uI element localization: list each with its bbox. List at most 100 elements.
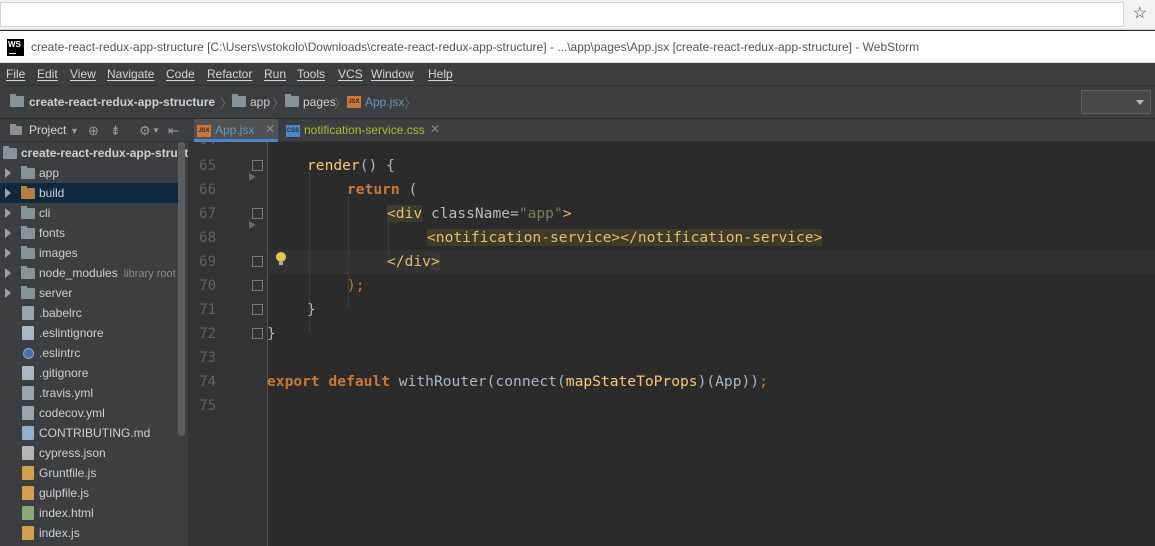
menu-tools[interactable]: Tools	[297, 67, 325, 81]
excluded-folder-icon	[21, 186, 35, 199]
js-file-icon	[22, 526, 34, 540]
tree-item-app[interactable]: app	[0, 163, 180, 183]
fold-marker-icon[interactable]	[252, 280, 263, 291]
code-token: className	[422, 205, 511, 222]
tree-item-images[interactable]: images	[0, 243, 180, 263]
browser-address-bar: ☆	[0, 0, 1155, 30]
bookmark-star-icon[interactable]: ☆	[1133, 5, 1147, 23]
line-number: 68	[199, 230, 216, 246]
scroll-from-source-icon[interactable]: ⊕	[88, 123, 99, 139]
expand-arrow-icon[interactable]	[5, 228, 11, 238]
tree-item-eslintrc[interactable]: .eslintrc	[0, 343, 180, 363]
hide-panel-icon[interactable]: ⇤	[168, 123, 179, 139]
tree-item-label: .eslintrc	[39, 346, 81, 360]
line-number: 71	[199, 302, 216, 318]
line-number: 73	[199, 350, 216, 366]
project-view-selector[interactable]: Project	[29, 123, 66, 137]
close-icon[interactable]: ✕	[430, 122, 440, 136]
folder-icon	[21, 226, 35, 239]
tree-item-label: index.js	[39, 526, 80, 540]
gear-icon[interactable]: ⚙	[139, 123, 151, 139]
expand-arrow-icon[interactable]	[5, 188, 11, 198]
menu-view[interactable]: View	[70, 67, 96, 81]
window-titlebar: WS create-react-redux-app-structure [C:\…	[0, 31, 1155, 63]
menu-help[interactable]: Help	[428, 67, 453, 81]
menu-file[interactable]: File	[6, 67, 25, 81]
fold-marker-icon[interactable]	[252, 256, 263, 267]
tree-item-fonts[interactable]: fonts	[0, 223, 180, 243]
code-editor[interactable]: 64 65 66 67 68 69 70 71 72 73 74 75 rend…	[188, 142, 1155, 546]
fold-marker-icon[interactable]	[252, 160, 263, 171]
code-line-65: render() {	[267, 154, 395, 178]
menu-code[interactable]: Code	[166, 67, 195, 81]
tree-item-travis[interactable]: .travis.yml	[0, 383, 180, 403]
expand-arrow-icon[interactable]	[5, 288, 11, 298]
tree-item-contributing[interactable]: CONTRIBUTING.md	[0, 423, 180, 443]
project-tree-scrollbar[interactable]	[178, 142, 185, 436]
fold-marker-icon[interactable]	[252, 304, 263, 315]
gear-dropdown-icon[interactable]: ▼	[152, 126, 160, 135]
tree-item-index-js[interactable]: index.js	[0, 523, 180, 543]
line-number: 72	[199, 326, 216, 342]
expand-arrow-icon[interactable]	[5, 168, 11, 178]
tree-item-codecov[interactable]: codecov.yml	[0, 403, 180, 423]
tree-item-babelrc[interactable]: .babelrc	[0, 303, 180, 323]
code-token: </div	[387, 253, 431, 270]
html-file-icon	[22, 506, 34, 520]
line-number: 70	[199, 278, 216, 294]
tree-item-index-html[interactable]: index.html	[0, 503, 180, 523]
tree-item-server[interactable]: server	[0, 283, 180, 303]
expand-arrow-icon[interactable]	[5, 248, 11, 258]
menu-window[interactable]: Window	[371, 67, 414, 81]
tree-item-build[interactable]: build	[0, 183, 180, 203]
tab-label: App.jsx	[215, 123, 255, 137]
run-config-dropdown[interactable]	[1081, 90, 1151, 114]
collapse-all-icon[interactable]: ⇟	[110, 123, 121, 139]
code-token: <div	[387, 205, 423, 222]
fold-arrow-icon	[249, 173, 256, 181]
code-line-66: return (	[267, 178, 417, 202]
menu-edit[interactable]: Edit	[37, 67, 58, 81]
tree-item-node-modules[interactable]: node_modules library root	[0, 263, 180, 283]
code-token: );	[347, 277, 365, 294]
tree-item-label: .babelrc	[39, 306, 82, 320]
dropdown-arrow-icon[interactable]: ▼	[70, 126, 79, 136]
menu-refactor[interactable]: Refactor	[207, 67, 252, 81]
code-token: (	[399, 181, 418, 198]
menu-navigate[interactable]: Navigate	[107, 67, 154, 81]
code-token: <notification-service></notification-ser…	[427, 229, 823, 246]
tab-app-jsx[interactable]: JSX App.jsx ✕	[194, 119, 278, 142]
tree-item-cli[interactable]: cli	[0, 203, 180, 223]
breadcrumb-app[interactable]: app	[250, 95, 270, 109]
close-icon[interactable]: ✕	[265, 122, 275, 136]
menu-run[interactable]: Run	[264, 67, 286, 81]
tree-item-name: node_modules	[39, 266, 118, 280]
code-token: "app"	[518, 205, 563, 222]
tree-item-cypress[interactable]: cypress.json	[0, 443, 180, 463]
breadcrumb-project[interactable]: create-react-redux-app-structure	[29, 95, 215, 109]
expand-arrow-icon[interactable]	[5, 208, 11, 218]
tree-root[interactable]: create-react-redux-app-structure	[0, 143, 188, 163]
menu-vcs[interactable]: VCS	[338, 67, 363, 81]
tree-item-gitignore[interactable]: .gitignore	[0, 363, 180, 383]
chevron-right-icon: 〉	[272, 96, 286, 111]
tree-item-gruntfile[interactable]: Gruntfile.js	[0, 463, 180, 483]
tree-item-label: codecov.yml	[39, 406, 105, 420]
address-field[interactable]	[0, 2, 1124, 27]
folder-icon	[285, 94, 299, 107]
breadcrumb-pages[interactable]: pages	[303, 95, 336, 109]
tree-item-label: CONTRIBUTING.md	[39, 426, 151, 440]
breadcrumb: create-react-redux-app-structure 〉 app 〉…	[0, 85, 1155, 119]
tab-notification-service-css[interactable]: CSS notification-service.css ✕	[283, 119, 453, 142]
fold-marker-icon[interactable]	[252, 328, 263, 339]
menu-bar: File Edit View Navigate Code Refactor Ru…	[0, 63, 1155, 85]
expand-arrow-icon[interactable]	[5, 268, 11, 278]
tree-item-gulpfile[interactable]: gulpfile.js	[0, 483, 180, 503]
tree-item-label: Gruntfile.js	[39, 466, 97, 480]
breadcrumb-file[interactable]: App.jsx	[365, 95, 404, 109]
fold-marker-icon[interactable]	[252, 208, 263, 219]
code-token: >	[430, 253, 440, 270]
folder-icon	[232, 94, 246, 107]
code-line-74: export default withRouter(connect(mapSta…	[267, 370, 768, 394]
tree-item-eslintignore[interactable]: .eslintignore	[0, 323, 180, 343]
